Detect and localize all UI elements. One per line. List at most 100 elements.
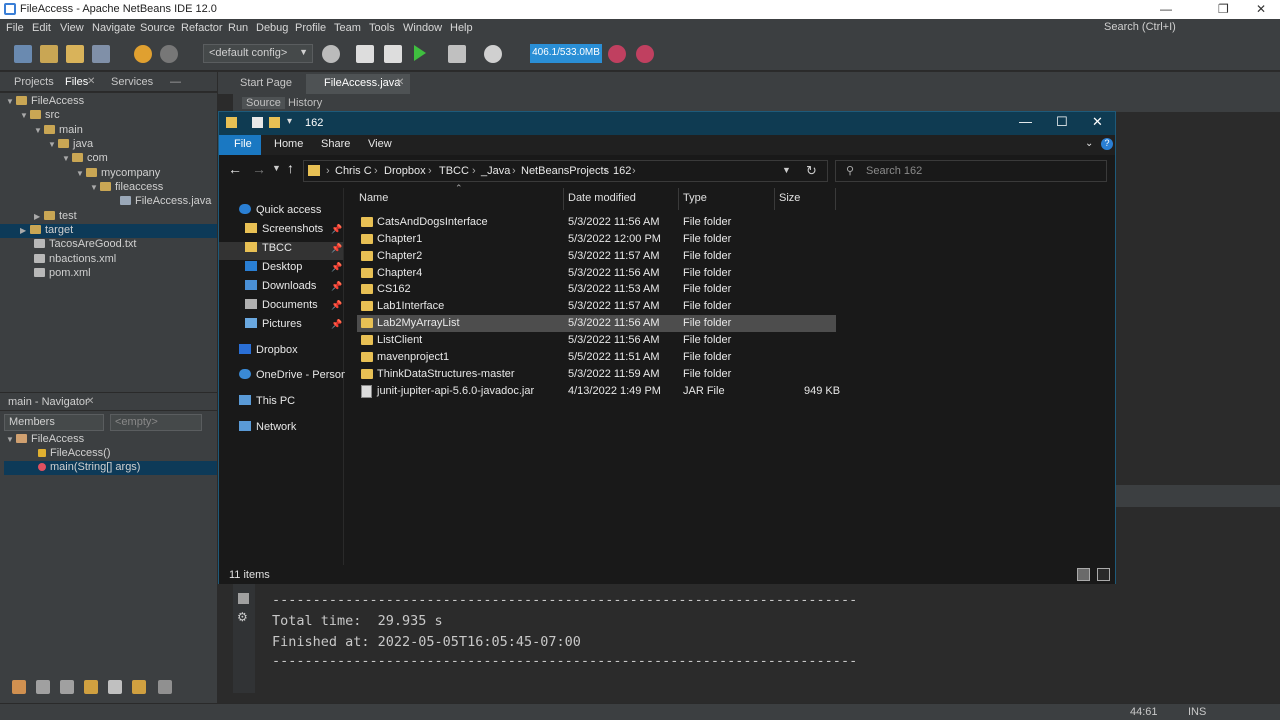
details-view-icon[interactable] — [1077, 568, 1090, 581]
menu-run[interactable]: Run — [228, 22, 248, 34]
menu-window[interactable]: Window — [403, 22, 442, 34]
tab-files[interactable]: Files — [65, 76, 88, 88]
tree-item[interactable]: ▼ mycompany — [76, 167, 160, 181]
breadcrumb-dropbox[interactable]: Dropbox — [384, 165, 426, 177]
tree-item[interactable]: FileAccess.java — [120, 195, 211, 209]
close-tab-icon[interactable]: ✕ — [87, 76, 95, 87]
pin-icon[interactable]: 📌 — [331, 300, 342, 311]
lock-icon[interactable] — [84, 680, 98, 694]
menu-file[interactable]: File — [6, 22, 24, 34]
minimize-panel-icon[interactable]: — — [170, 76, 181, 88]
file-row[interactable]: Chapter4 5/3/2022 11:56 AM File folder — [357, 265, 836, 282]
breadcrumb-162[interactable]: 162 — [613, 165, 631, 177]
expand-ribbon-icon[interactable]: ⌄ — [1085, 138, 1093, 149]
tree-item[interactable]: ▼ com — [62, 152, 108, 166]
ribbon-tab-share[interactable]: Share — [321, 138, 350, 150]
close-tab-icon[interactable]: ✕ — [396, 77, 404, 88]
tree-item-selected[interactable]: ▶ target — [0, 224, 217, 238]
tab-fileaccess-java[interactable]: FileAccess.java — [306, 74, 411, 94]
sort-name-icon[interactable] — [158, 680, 172, 694]
ribbon-tab-home[interactable]: Home — [274, 138, 303, 150]
tab-projects[interactable]: Projects — [14, 76, 54, 88]
nav-item-screenshots[interactable]: Screenshots 📌 — [245, 223, 343, 241]
new-project-icon[interactable] — [40, 45, 58, 63]
tree-item[interactable]: ▼ fileaccess — [90, 181, 163, 195]
column-name[interactable]: Name — [359, 192, 388, 204]
ide-search-input[interactable]: Search (Ctrl+I) — [1104, 21, 1276, 35]
file-row[interactable]: junit-jupiter-api-5.6.0-javadoc.jar 4/13/… — [357, 383, 840, 400]
gc-plus-icon[interactable] — [636, 45, 654, 63]
new-file-icon[interactable] — [14, 45, 32, 63]
large-icons-view-icon[interactable] — [1097, 568, 1110, 581]
sort-icon[interactable] — [12, 680, 26, 694]
build-icon[interactable] — [356, 45, 374, 63]
nav-item-dropbox[interactable]: Dropbox — [239, 344, 298, 362]
menu-refactor[interactable]: Refactor — [181, 22, 223, 34]
tree-item[interactable]: TacosAreGood.txt — [34, 238, 136, 252]
refresh-icon[interactable]: ↻ — [806, 163, 817, 179]
menu-profile[interactable]: Profile — [295, 22, 326, 34]
nav-item-desktop[interactable]: Desktop 📌 — [245, 261, 343, 279]
tree-item[interactable]: ▶ test — [34, 210, 77, 224]
forward-arrow-icon[interactable]: → — [252, 161, 266, 177]
nav-item-tbcc[interactable]: TBCC 📌 — [219, 242, 343, 260]
properties-icon[interactable] — [252, 117, 263, 128]
help-icon[interactable]: ? — [1101, 138, 1113, 150]
pin-icon[interactable]: 📌 — [331, 224, 342, 235]
file-row-hovered[interactable]: Lab2MyArrayList 5/3/2022 11:56 AM File fol… — [357, 315, 836, 332]
tab-start-page[interactable]: Start Page — [230, 74, 302, 94]
breadcrumb-netbeansprojects[interactable]: NetBeansProjects — [521, 165, 609, 177]
menu-source[interactable]: Source — [140, 22, 175, 34]
address-bar[interactable]: › Chris C › Dropbox › TBCC › _Java › Net… — [303, 160, 828, 182]
file-row[interactable]: Chapter1 5/3/2022 12:00 PM File folder — [357, 231, 836, 248]
pin-icon[interactable]: 📌 — [331, 281, 342, 292]
menu-help[interactable]: Help — [450, 22, 473, 34]
menu-edit[interactable]: Edit — [32, 22, 51, 34]
undo-icon[interactable] — [134, 45, 152, 63]
pin-icon[interactable]: 📌 — [331, 243, 342, 254]
file-row[interactable]: Chapter2 5/3/2022 11:57 AM File folder — [357, 248, 836, 265]
tree-item[interactable]: ▼ src — [20, 109, 60, 123]
clean-build-icon[interactable] — [384, 45, 402, 63]
gc-icon[interactable] — [608, 45, 626, 63]
filter-select[interactable]: <empty> — [110, 414, 202, 431]
new-folder-icon[interactable] — [269, 117, 280, 128]
nav-item-downloads[interactable]: Downloads 📌 — [245, 280, 343, 298]
tree-item[interactable]: nbactions.xml — [34, 253, 116, 267]
breadcrumb-chris[interactable]: Chris C — [335, 165, 372, 177]
nav-item-onedrive[interactable]: OneDrive - Personal — [239, 369, 356, 387]
nav-item-documents[interactable]: Documents 📌 — [245, 299, 343, 317]
recent-locations-icon[interactable]: ▼ — [272, 163, 281, 173]
tab-services[interactable]: Services — [111, 76, 153, 88]
maximize-icon[interactable]: ☐ — [1056, 114, 1068, 130]
column-type[interactable]: Type — [683, 192, 707, 204]
navigator-item[interactable]: ▼ FileAccess — [6, 433, 84, 447]
globe-icon[interactable] — [322, 45, 340, 63]
fqn-icon[interactable] — [132, 680, 146, 694]
config-select[interactable]: <default config> ▼ — [203, 44, 313, 63]
static-icon[interactable] — [60, 680, 74, 694]
menu-team[interactable]: Team — [334, 22, 361, 34]
close-icon[interactable]: ✕ — [1092, 114, 1103, 130]
menu-view[interactable]: View — [60, 22, 84, 34]
file-row[interactable]: Lab1Interface 5/3/2022 11:57 AM File folde… — [357, 298, 836, 315]
nav-item-pictures[interactable]: Pictures 📌 — [245, 318, 343, 336]
nav-item-this-pc[interactable]: This PC — [239, 395, 295, 413]
nav-item-network[interactable]: Network — [239, 421, 296, 439]
save-all-icon[interactable] — [92, 45, 110, 63]
members-select[interactable]: Members — [4, 414, 104, 431]
explorer-search-input[interactable]: ⚲ Search 162 — [835, 160, 1107, 182]
file-row[interactable]: mavenproject1 5/5/2022 11:51 AM File folde… — [357, 349, 836, 366]
debug-icon[interactable] — [448, 45, 466, 63]
file-row[interactable]: ThinkDataStructures-master 5/3/2022 11:59… — [357, 366, 836, 383]
minimize-icon[interactable]: — — [1019, 114, 1032, 129]
back-arrow-icon[interactable]: ← — [228, 161, 242, 177]
close-icon[interactable]: ✕ — [1256, 2, 1266, 16]
fields-icon[interactable] — [36, 680, 50, 694]
file-row[interactable]: CS162 5/3/2022 11:53 AM File folder — [357, 281, 836, 298]
nav-item-quick-access[interactable]: Quick access — [239, 204, 321, 222]
redo-icon[interactable] — [160, 45, 178, 63]
customize-quick-access-icon[interactable]: ▾ — [287, 116, 292, 127]
tree-item[interactable]: ▼ main — [34, 124, 83, 138]
navigator-item[interactable]: FileAccess() — [38, 447, 111, 461]
